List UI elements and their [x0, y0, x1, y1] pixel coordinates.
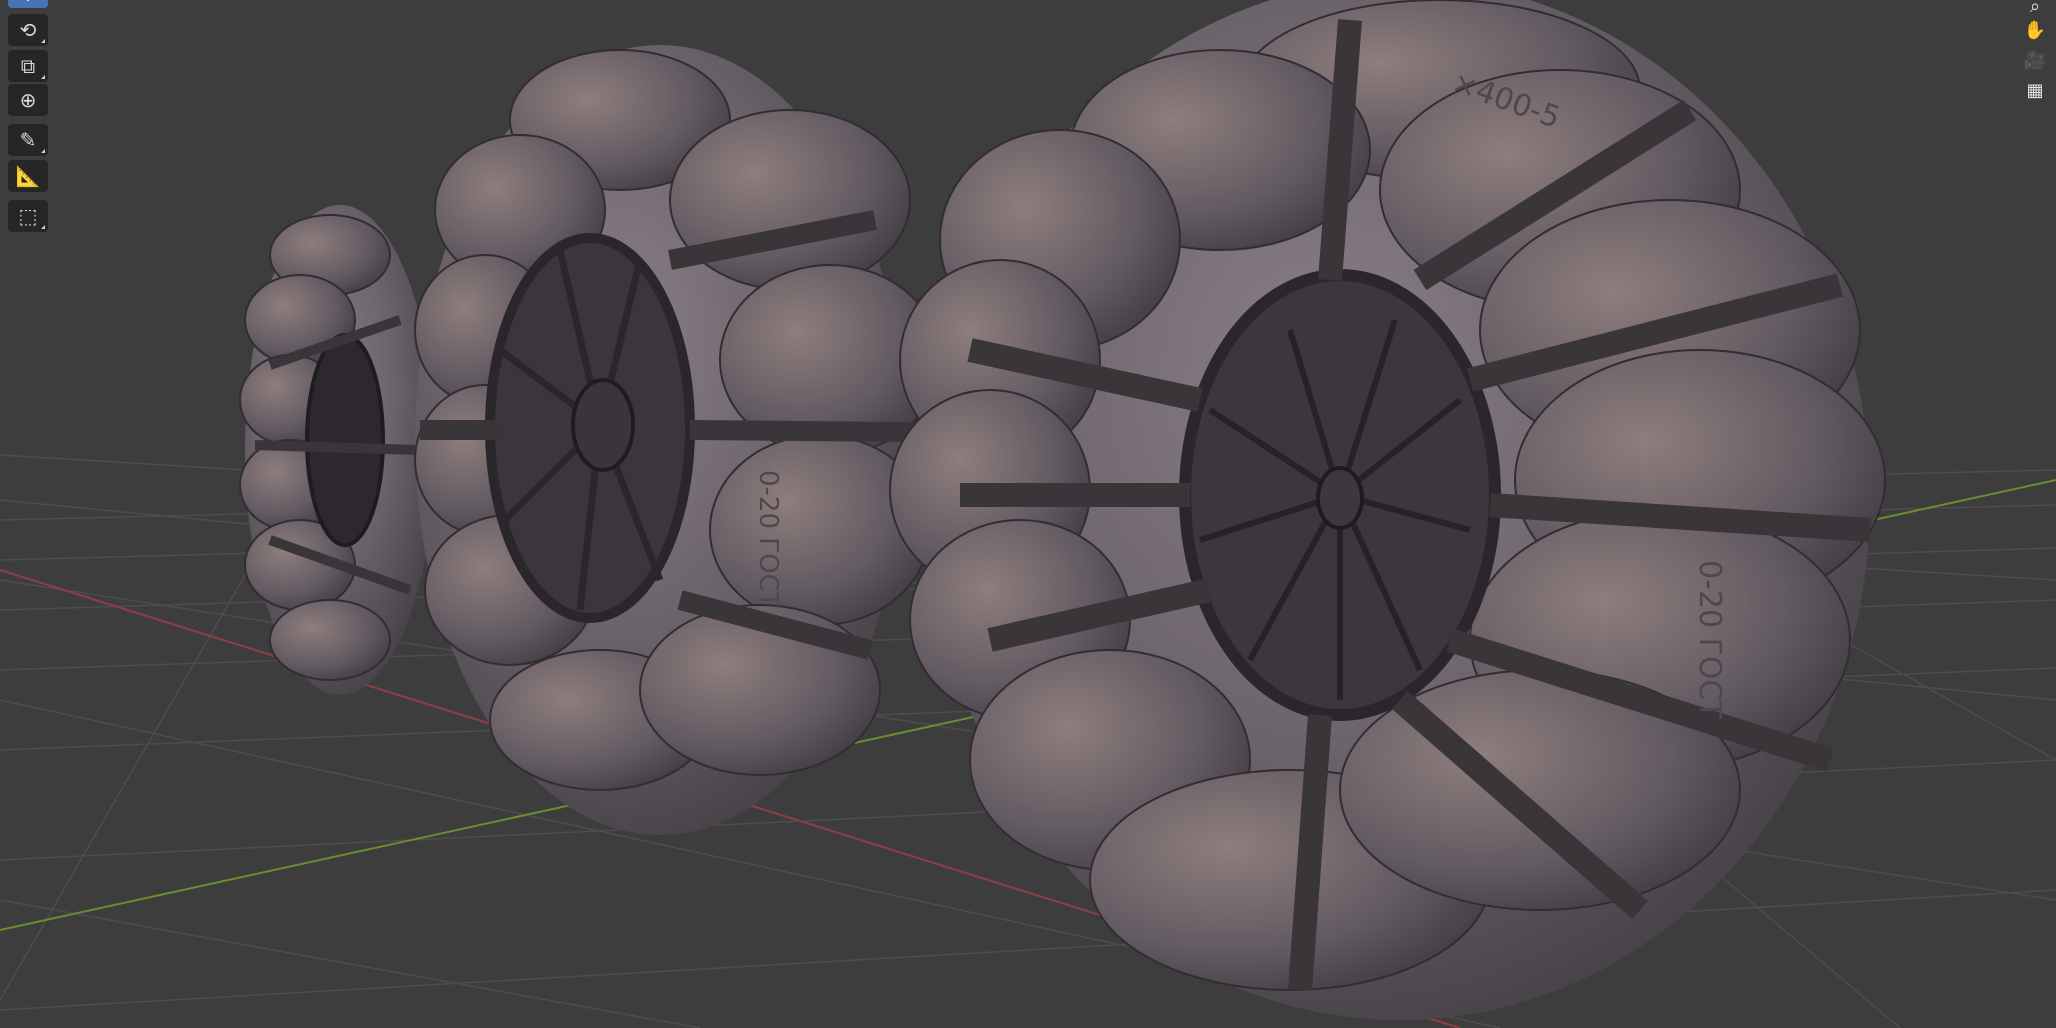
measure-tool-icon: 📐 — [15, 164, 41, 188]
annotate-tool-icon: ✎ — [19, 128, 37, 152]
far-wheel-hub — [305, 333, 385, 547]
transform-tool-button[interactable]: ⊕ — [8, 84, 48, 116]
ortho-grid-icon: ▦ — [2026, 79, 2044, 101]
3d-viewport[interactable]: 0-20 ГОСТ ×400-5 0-20 ГОСТ — [0, 0, 2056, 1028]
near-wheel-marking-side: 0-20 ГОСТ — [1692, 560, 1727, 719]
middle-wheel-marking: 0-20 ГОСТ — [753, 470, 783, 608]
camera-view-button[interactable]: 🎥 — [2020, 46, 2050, 74]
middle-wheel-hub — [571, 378, 635, 472]
move-tool-icon: ✥ — [20, 0, 37, 6]
add-cube-tool-icon: ⬚ — [18, 204, 38, 228]
ortho-toggle-button[interactable]: ▦ — [2020, 76, 2050, 104]
rotate-tool-icon: ⟲ — [19, 18, 37, 42]
camera-view-icon: 🎥 — [2023, 49, 2047, 71]
scale-tool-button[interactable]: ⧉ — [8, 50, 48, 82]
measure-tool-button[interactable]: 📐 — [8, 160, 48, 192]
scale-tool-icon: ⧉ — [20, 54, 36, 78]
middle-wheel[interactable]: 0-20 ГОСТ — [414, 45, 941, 835]
near-wheel-hub — [1316, 466, 1364, 530]
rotate-tool-button[interactable]: ⟲ — [8, 14, 48, 46]
pan-button[interactable]: ✋ — [2020, 16, 2050, 44]
add-cube-tool-button[interactable]: ⬚ — [8, 200, 48, 232]
transform-tool-icon: ⊕ — [19, 88, 37, 112]
pan-hand-icon: ✋ — [2023, 19, 2047, 41]
annotate-tool-button[interactable]: ✎ — [8, 124, 48, 156]
zoom-icon: ⌕ — [2029, 0, 2041, 17]
move-tool-button[interactable]: ✥ — [8, 0, 48, 8]
